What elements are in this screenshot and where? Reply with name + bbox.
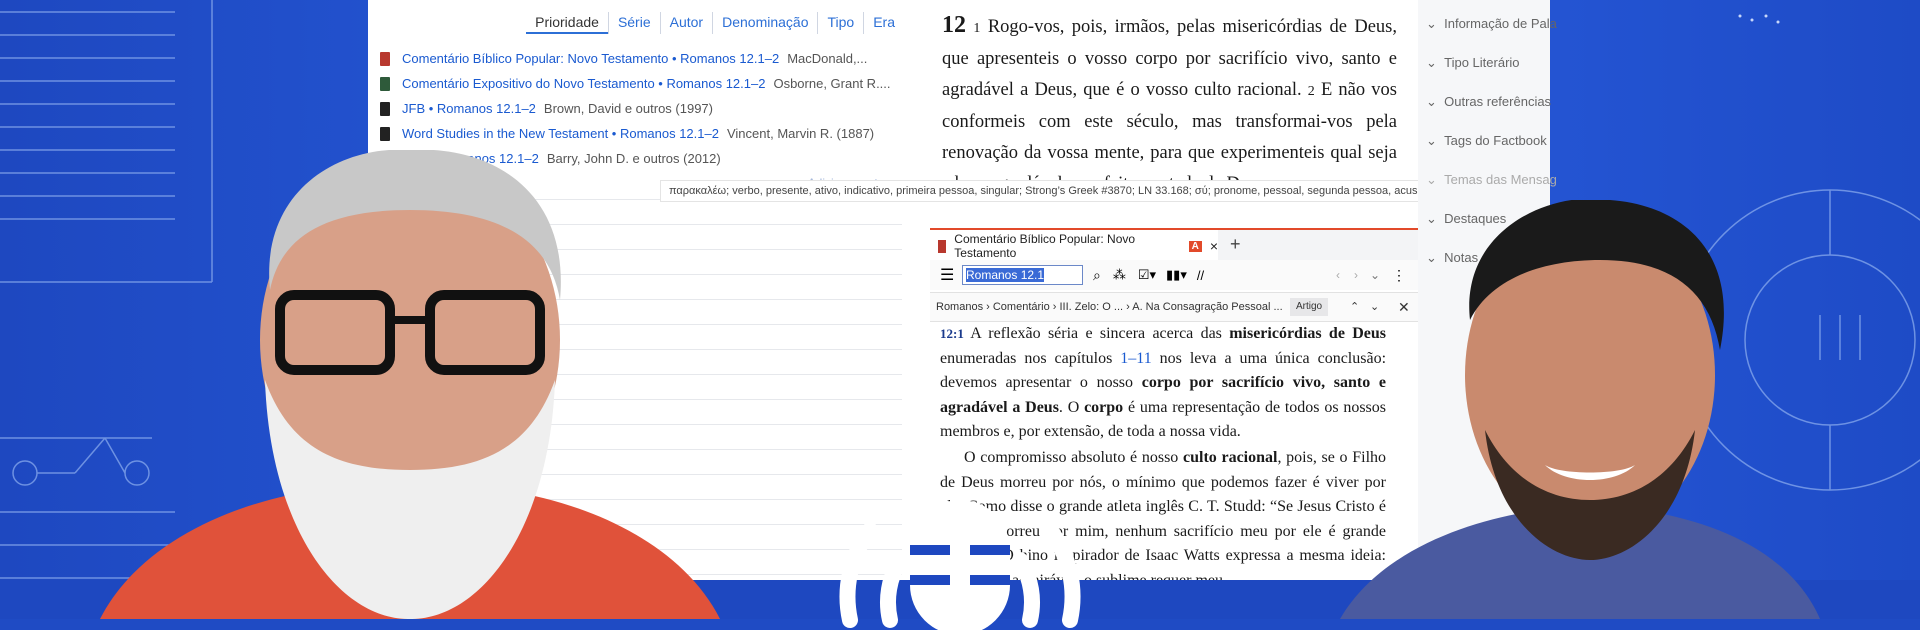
- tab-tipo[interactable]: Tipo: [817, 12, 863, 34]
- list-item[interactable]: Comentário Expositivo do Novo Testamento…: [380, 71, 900, 96]
- reference-input[interactable]: Romanos 12.1: [962, 265, 1083, 285]
- sidebar-item-label: Informação de Pala: [1444, 16, 1557, 31]
- ref-author: Osborne, Grant R....: [773, 76, 891, 91]
- ref-author: MacDonald,...: [787, 51, 868, 66]
- sort-tabs: Prioridade Série Autor Denominação Tipo …: [526, 12, 904, 34]
- ref-title[interactable]: Comentário Expositivo do Novo Testamento…: [402, 76, 765, 91]
- podcast-microphone-icon: [839, 500, 1081, 630]
- text: enumeradas nos capítulos: [940, 349, 1113, 367]
- book-icon: [380, 51, 390, 66]
- search-icon[interactable]: ⌕: [1093, 267, 1101, 284]
- people-icon[interactable]: ⁂: [1113, 267, 1126, 283]
- tab-denominacao[interactable]: Denominação: [712, 12, 817, 34]
- tab-serie[interactable]: Série: [607, 12, 660, 34]
- text: O compromisso absoluto é nosso: [964, 448, 1179, 466]
- ref-title[interactable]: JFB • Romanos 12.1–2: [402, 101, 536, 116]
- reference-value: Romanos 12.1: [966, 268, 1045, 282]
- book-icon: [380, 101, 390, 116]
- book-icon: [938, 239, 947, 253]
- sidebar-item-label: Outras referências: [1444, 94, 1552, 109]
- sidebar-item-label: Temas das Mensag: [1444, 172, 1557, 187]
- list-item[interactable]: Comentário Bíblico Popular: Novo Testame…: [380, 46, 900, 71]
- book-icon: [380, 126, 390, 141]
- sidebar-item-tipo-literario[interactable]: ⌄ Tipo Literário: [1426, 55, 1520, 71]
- add-tab-icon[interactable]: +: [1230, 234, 1241, 255]
- link-badge[interactable]: A: [1188, 240, 1202, 252]
- text: A reflexão séria e sincera acerca das: [970, 325, 1222, 342]
- sidebar-item-outras-referencias[interactable]: ⌄ Outras referências: [1426, 94, 1551, 110]
- chapter-link[interactable]: 1–11: [1120, 350, 1151, 367]
- sidebar-item-informacao[interactable]: ⌄ Informação de Pala: [1426, 16, 1557, 32]
- verse-number[interactable]: 2: [1308, 84, 1315, 99]
- morphology-tooltip: παρακαλέω; verbo, presente, ativo, indic…: [660, 180, 1430, 202]
- tab-autor[interactable]: Autor: [659, 12, 712, 34]
- sidebar-item-label: Tags do Factbook: [1444, 133, 1547, 148]
- verse-ref[interactable]: 12:1: [940, 326, 964, 341]
- ref-author: Brown, David e outros (1997): [543, 101, 713, 116]
- checkbox-icon[interactable]: ☑▾: [1138, 267, 1156, 283]
- close-icon[interactable]: ×: [1210, 238, 1218, 254]
- tab-era[interactable]: Era: [863, 12, 904, 34]
- chapter-number: 12: [942, 12, 966, 38]
- sidebar-item-temas[interactable]: ⌄ Temas das Mensag: [1426, 172, 1557, 188]
- parallel-icon[interactable]: //: [1197, 268, 1204, 283]
- sidebar-item-tags[interactable]: ⌄ Tags do Factbook: [1426, 133, 1547, 149]
- tab-prioridade[interactable]: Prioridade: [526, 12, 608, 34]
- bold-text: culto racional: [1183, 448, 1278, 466]
- ref-author: Vincent, Marvin R. (1887): [726, 126, 875, 141]
- bible-text: 12 1 Rogo-vos, pois, irmãos, pelas miser…: [942, 10, 1397, 200]
- host-left-photo: [100, 150, 720, 619]
- host-right-photo: [1340, 200, 1820, 619]
- breadcrumb-path[interactable]: Romanos › Comentário › III. Zelo: O ... …: [936, 301, 1283, 313]
- text: . O: [1058, 398, 1080, 416]
- verse-number[interactable]: 1: [973, 21, 980, 36]
- sidebar-item-label: Tipo Literário: [1444, 55, 1520, 70]
- book-icon: [380, 76, 390, 91]
- tab-title: Comentário Bíblico Popular: Novo Testame…: [954, 232, 1136, 260]
- tab-commentary[interactable]: Comentário Bíblico Popular: Novo Testame…: [930, 230, 1218, 262]
- ref-title[interactable]: Comentário Bíblico Popular: Novo Testame…: [402, 51, 779, 66]
- list-item[interactable]: JFB • Romanos 12.1–2 Brown, David e outro…: [380, 96, 900, 121]
- bold-text: corpo: [1084, 398, 1124, 416]
- columns-icon[interactable]: ▮▮▾: [1166, 267, 1187, 283]
- menu-icon[interactable]: ☰: [940, 265, 954, 285]
- ref-title[interactable]: Word Studies in the New Testament • Roma…: [402, 126, 719, 141]
- list-item[interactable]: Word Studies in the New Testament • Roma…: [380, 121, 900, 146]
